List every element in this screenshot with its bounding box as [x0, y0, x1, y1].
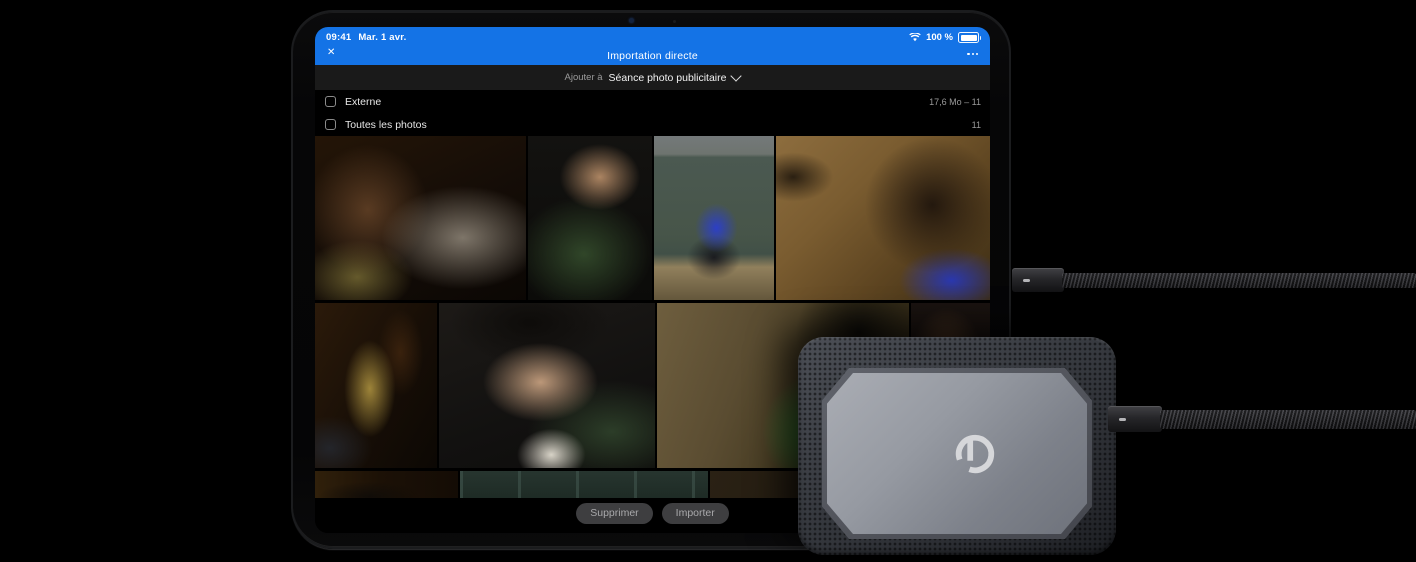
- album-list: Externe 17,6 Mo – 11 Toutes les photos 1…: [315, 90, 990, 136]
- chevron-down-icon[interactable]: [730, 69, 743, 82]
- external-ssd-drive: [798, 337, 1116, 555]
- braided-cable: [1062, 273, 1416, 288]
- add-to-bar: Ajouter à Séance photo publicitaire: [315, 65, 990, 90]
- status-date: Mar. 1 avr.: [358, 32, 407, 43]
- g-technology-logo-icon: [956, 434, 995, 473]
- drive-plate-bezel: [822, 368, 1092, 539]
- status-time: 09:41: [326, 32, 352, 43]
- add-to-label: Ajouter à: [564, 72, 603, 83]
- album-meta: 17,6 Mo – 11: [929, 96, 981, 107]
- close-button[interactable]: ✕: [327, 47, 335, 58]
- battery-icon: [958, 32, 981, 43]
- cable-brand-mark: [1023, 278, 1030, 282]
- cable-brand-mark: [1119, 417, 1126, 421]
- photo-thumbnail-r2c2[interactable]: [438, 303, 655, 468]
- app-header: ✕ Importation directe: [315, 46, 990, 65]
- page-title: Importation directe: [607, 49, 698, 62]
- import-button[interactable]: Importer: [661, 503, 729, 524]
- album-row-toutes-les-photos: Toutes les photos 11: [315, 113, 990, 136]
- photo-thumbnail-r1c4[interactable]: [775, 136, 990, 300]
- more-options-button[interactable]: [967, 53, 978, 56]
- wifi-icon: [909, 33, 921, 42]
- album-row-externe: Externe 17,6 Mo – 11: [315, 90, 990, 113]
- scene: 09:41 Mar. 1 avr. 100 % ✕ Importation di…: [0, 0, 1416, 562]
- album-label: Externe: [345, 95, 382, 108]
- usb-connector-drive: [1108, 406, 1162, 432]
- status-bar: 09:41 Mar. 1 avr. 100 %: [315, 27, 990, 46]
- photo-thumbnail-r1c2[interactable]: [527, 136, 652, 300]
- drive-metal-plate: [827, 373, 1087, 534]
- photo-thumbnail-r1c3[interactable]: [653, 136, 774, 300]
- braided-cable: [1160, 410, 1416, 429]
- battery-percent: 100 %: [926, 32, 953, 43]
- delete-button[interactable]: Supprimer: [576, 503, 653, 524]
- photo-thumbnail-r1c1[interactable]: [315, 136, 526, 300]
- album-label: Toutes les photos: [345, 118, 427, 131]
- album-meta: 11: [971, 119, 981, 130]
- album-selector[interactable]: Séance photo publicitaire: [609, 72, 727, 84]
- photo-thumbnail-r2c1[interactable]: [315, 303, 437, 468]
- ambient-sensor-icon: [673, 20, 676, 23]
- checkbox[interactable]: [325, 96, 336, 107]
- usb-connector-ipad: [1012, 268, 1064, 292]
- front-camera-icon: [629, 18, 634, 23]
- photo-thumbnail-r3c2[interactable]: [460, 471, 708, 498]
- checkbox[interactable]: [325, 119, 336, 130]
- photo-thumbnail-r3c1[interactable]: [315, 471, 459, 498]
